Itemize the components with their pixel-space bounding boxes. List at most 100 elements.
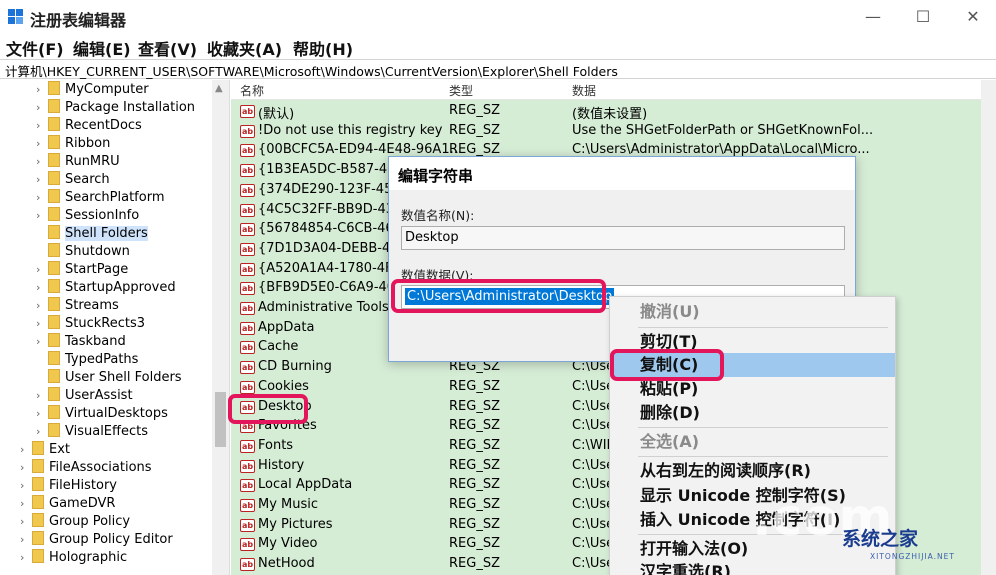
tree-item[interactable]: TypedPaths — [36, 351, 138, 369]
tree-item[interactable]: › RecentDocs — [36, 117, 142, 135]
dialog-close-button[interactable]: ✕ — [398, 165, 843, 183]
tree-item[interactable]: › StartupApproved — [36, 279, 176, 297]
tree-item[interactable]: › FileAssociations — [20, 459, 152, 477]
value-name: {374DE290-123F-4565 — [258, 181, 409, 197]
tree-item[interactable]: › Ext — [20, 441, 70, 459]
chevron-right-icon[interactable]: › — [36, 117, 48, 135]
chevron-right-icon[interactable]: › — [36, 297, 48, 315]
tree-item[interactable]: › Ribbon — [36, 135, 110, 153]
list-row[interactable]: ab (默认) REG_SZ (数值未设置) — [231, 102, 981, 122]
chevron-right-icon[interactable]: › — [20, 459, 32, 477]
chevron-right-icon[interactable]: › — [36, 99, 48, 117]
chevron-right-icon[interactable]: › — [36, 279, 48, 297]
tree-item-label: Streams — [65, 298, 119, 313]
chevron-right-icon[interactable]: › — [36, 207, 48, 225]
chevron-right-icon[interactable]: › — [36, 261, 48, 279]
maximize-button[interactable]: ☐ — [908, 5, 938, 29]
menu-item-undo[interactable]: 撤消(U) — [610, 300, 895, 324]
tree-item[interactable]: › VisualEffects — [36, 423, 148, 441]
scroll-up-icon[interactable]: ▲ — [215, 83, 223, 94]
tree-item[interactable]: › SearchPlatform — [36, 189, 165, 207]
column-data[interactable]: 数据 — [572, 82, 596, 99]
menu-item-rtl-reading[interactable]: 从右到左的阅读顺序(R) — [610, 459, 895, 483]
tree-item[interactable]: › StuckRects3 — [36, 315, 145, 333]
folder-icon — [48, 243, 60, 257]
tree-item[interactable]: › Taskband — [36, 333, 126, 351]
tree-item-label: FileAssociations — [49, 460, 152, 475]
tree-item[interactable]: Shutdown — [36, 243, 130, 261]
chevron-right-icon[interactable]: › — [20, 477, 32, 495]
chevron-right-icon[interactable]: › — [36, 153, 48, 171]
chevron-right-icon[interactable]: › — [36, 387, 48, 405]
tree-item[interactable]: › Group Policy — [20, 513, 130, 531]
value-data: Use the SHGetFolderPath or SHGetKnownFol… — [572, 122, 874, 138]
folder-icon — [32, 459, 44, 473]
string-value-icon: ab — [240, 479, 255, 493]
tree-item-label: Shell Folders — [65, 226, 148, 241]
folder-icon — [48, 351, 60, 365]
tree-item[interactable]: › Holographic — [20, 549, 127, 567]
menu-help[interactable]: 帮助(H) — [293, 36, 353, 60]
chevron-right-icon[interactable]: › — [20, 441, 32, 459]
tree-item[interactable]: › Search — [36, 171, 110, 189]
string-value-icon: ab — [240, 558, 255, 572]
tree-item-label: GameDVR — [49, 496, 116, 511]
menu-item-delete[interactable]: 删除(D) — [610, 401, 895, 425]
string-value-icon: ab — [240, 105, 255, 118]
string-value-icon: ab — [240, 124, 255, 138]
chevron-right-icon[interactable]: › — [36, 405, 48, 423]
chevron-right-icon[interactable]: › — [36, 135, 48, 153]
tree-item[interactable]: User Shell Folders — [36, 369, 182, 387]
menu-file[interactable]: 文件(F) — [6, 36, 64, 60]
chevron-right-icon[interactable]: › — [20, 495, 32, 513]
tree-scrollbar[interactable]: ▲ — [212, 80, 229, 575]
chevron-right-icon[interactable]: › — [36, 315, 48, 333]
chevron-right-icon[interactable]: › — [20, 549, 32, 567]
tree-item-label: Search — [65, 172, 110, 187]
folder-open-icon — [48, 225, 60, 239]
chevron-right-icon[interactable]: › — [20, 513, 32, 531]
tree-item[interactable]: › RunMRU — [36, 153, 120, 171]
menu-favorites[interactable]: 收藏夹(A) — [207, 36, 282, 60]
menu-view[interactable]: 查看(V) — [138, 36, 197, 60]
scrollbar-thumb[interactable] — [215, 392, 226, 447]
tree-item[interactable]: › Package Installation — [36, 99, 195, 117]
tree-item-selected[interactable]: Shell Folders — [36, 225, 148, 243]
value-name-field[interactable]: Desktop — [401, 226, 845, 250]
tree-item[interactable]: › VirtualDesktops — [36, 405, 168, 423]
value-data: (数值未设置) — [572, 107, 648, 122]
folder-icon — [32, 441, 44, 455]
chevron-right-icon[interactable]: › — [36, 333, 48, 351]
menu-edit[interactable]: 编辑(E) — [73, 36, 131, 60]
tree-item[interactable]: › SessionInfo — [36, 207, 139, 225]
tree-item[interactable]: › FileHistory — [20, 477, 117, 495]
chevron-right-icon[interactable]: › — [20, 531, 32, 549]
folder-icon — [48, 171, 60, 185]
list-row[interactable]: ab !Do not use this registry key REG_SZ Use… — [231, 122, 981, 142]
tree-item-label: Group Policy Editor — [49, 532, 173, 547]
chevron-right-icon[interactable]: › — [36, 189, 48, 207]
tree-item[interactable]: › StartPage — [36, 261, 128, 279]
tree-item[interactable]: › UserAssist — [36, 387, 133, 405]
tree-item[interactable]: › MyComputer — [36, 81, 149, 99]
value-data: C:\Use — [572, 497, 615, 512]
tree-item-label: Holographic — [49, 550, 128, 565]
tree-item[interactable]: › Group Policy Editor — [20, 531, 173, 549]
value-data: C:\Use — [572, 536, 615, 552]
window-title: 注册表编辑器 — [30, 11, 127, 30]
column-type[interactable]: 类型 — [449, 82, 473, 99]
string-value-icon: ab — [240, 439, 255, 453]
chevron-right-icon[interactable]: › — [36, 81, 48, 99]
tree-item-label: VirtualDesktops — [65, 406, 168, 421]
menu-item-select-all[interactable]: 全选(A) — [610, 430, 895, 454]
tree-item[interactable]: › Streams — [36, 297, 119, 315]
chevron-right-icon[interactable]: › — [36, 423, 48, 441]
address-bar[interactable]: 计算机\HKEY_CURRENT_USER\SOFTWARE\Microsoft… — [0, 59, 996, 79]
chevron-right-icon[interactable]: › — [36, 171, 48, 189]
value-type: REG_SZ — [449, 497, 500, 512]
minimize-button[interactable]: — — [858, 5, 888, 29]
column-name[interactable]: 名称 — [240, 82, 264, 99]
tree-item[interactable]: › GameDVR — [20, 495, 115, 513]
close-button[interactable]: ✕ — [958, 5, 988, 29]
tree-item-label: Package Installation — [65, 100, 196, 115]
